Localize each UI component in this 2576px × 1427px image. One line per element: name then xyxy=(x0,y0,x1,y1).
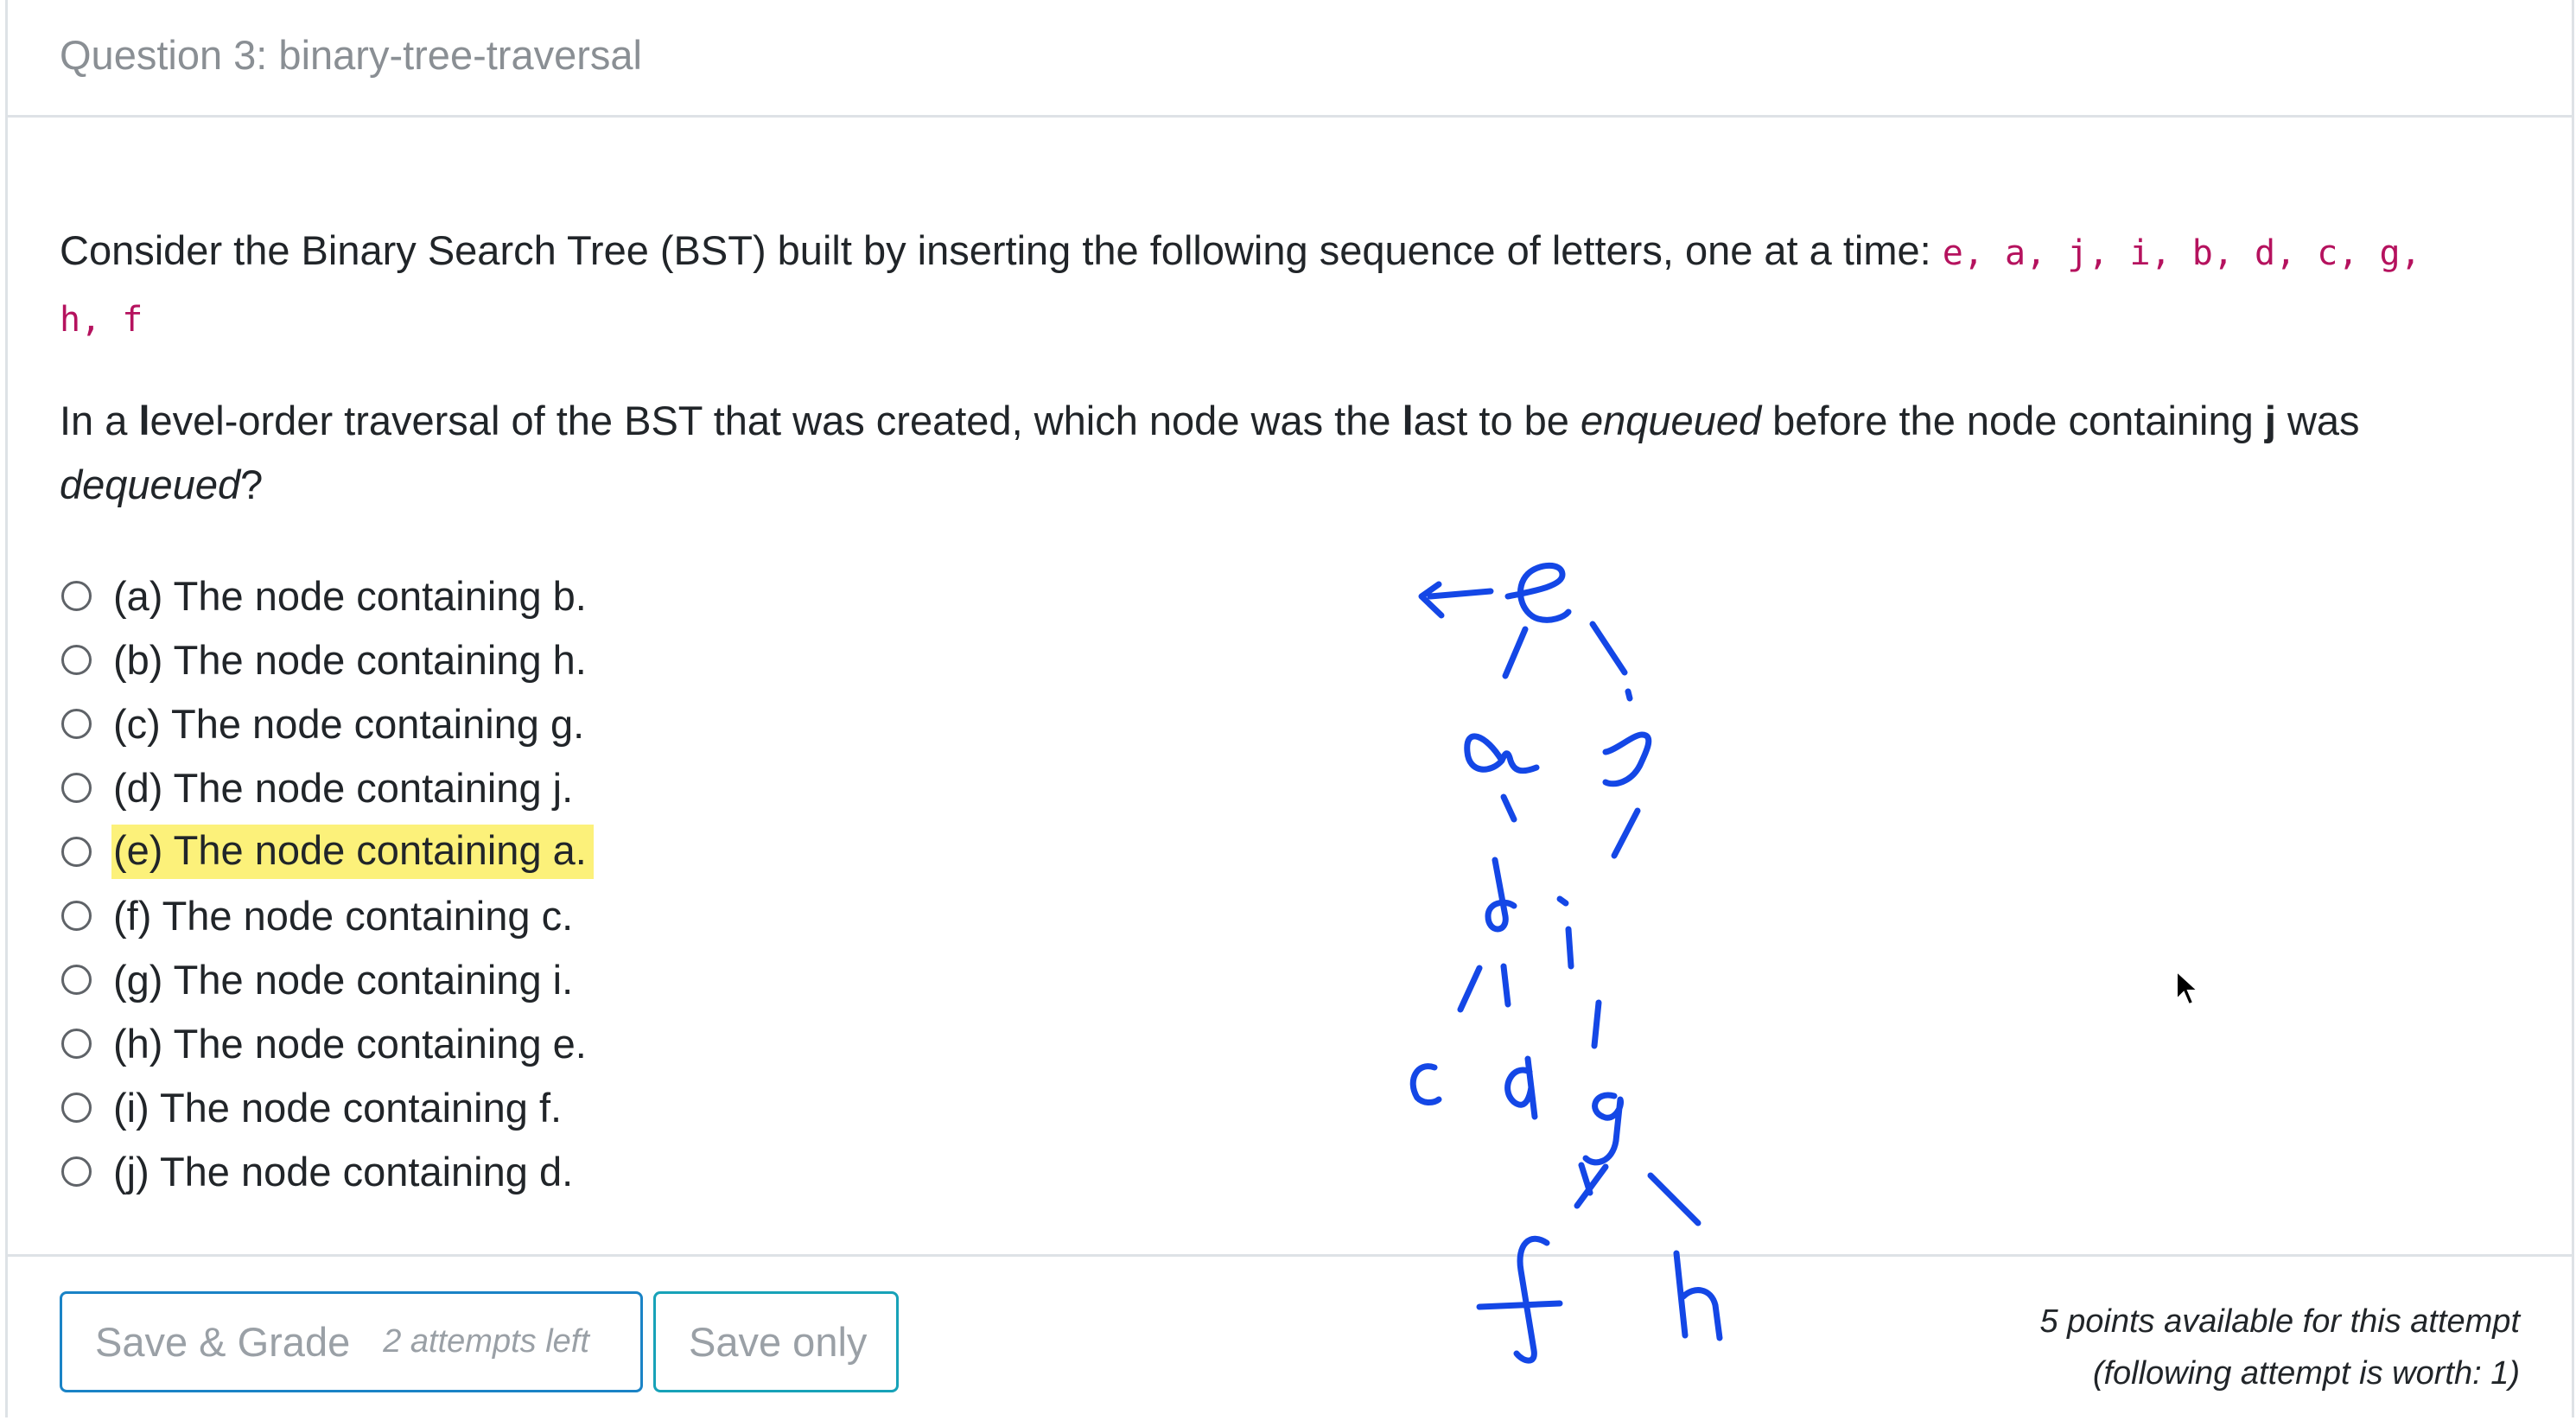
save-and-grade-label: Save & Grade xyxy=(95,1319,351,1365)
p2-emphasis: enqueued xyxy=(1580,398,1762,443)
radio-button[interactable] xyxy=(61,1092,92,1123)
option-f[interactable]: (f) The node containing c. xyxy=(61,883,594,947)
mouse-cursor-icon xyxy=(2176,970,2199,1006)
card-header: Question 3: binary-tree-traversal xyxy=(8,0,2572,118)
question-paragraph-2: In a level-order traversal of the BST th… xyxy=(60,389,2514,517)
attempts-left-label: 2 attempts left xyxy=(383,1323,589,1360)
save-only-button[interactable]: Save only xyxy=(653,1291,899,1392)
option-b[interactable]: (b) The node containing h. xyxy=(61,627,594,691)
p2-text: ? xyxy=(240,462,264,507)
option-label: (d) The node containing j. xyxy=(113,764,574,811)
option-c[interactable]: (c) The node containing g. xyxy=(61,691,594,755)
points-available: 5 points available for this attempt xyxy=(2039,1303,2520,1340)
radio-button[interactable] xyxy=(61,772,92,803)
option-h[interactable]: (h) The node containing e. xyxy=(61,1011,594,1075)
option-label: (h) The node containing e. xyxy=(113,1020,587,1067)
save-and-grade-button[interactable]: Save & Grade 2 attempts left xyxy=(60,1291,643,1392)
radio-button[interactable] xyxy=(61,644,92,675)
radio-button[interactable] xyxy=(61,1156,92,1187)
radio-button[interactable] xyxy=(61,708,92,739)
p2-text: evel-order traversal of the BST that was… xyxy=(149,398,1402,443)
points-info: 5 points available for this attempt (fol… xyxy=(2039,1296,2520,1399)
p2-bold: j xyxy=(2264,398,2276,443)
option-i[interactable]: (i) The node containing f. xyxy=(61,1075,594,1139)
option-label: (i) The node containing f. xyxy=(113,1084,563,1131)
radio-button[interactable] xyxy=(61,900,92,931)
option-label: (g) The node containing i. xyxy=(113,956,574,1003)
radio-button[interactable] xyxy=(61,580,92,611)
question-card: Question 3: binary-tree-traversal Consid… xyxy=(5,0,2574,1417)
option-label: (b) The node containing h. xyxy=(113,636,587,683)
p2-text: was xyxy=(2275,398,2360,443)
question-title: Question 3: binary-tree-traversal xyxy=(60,32,642,78)
option-label: (a) The node containing b. xyxy=(113,572,587,619)
paragraph-text: Consider the Binary Search Tree (BST) bu… xyxy=(60,227,1931,273)
points-following-attempt: (following attempt is worth: 1) xyxy=(2092,1355,2520,1392)
p2-bold: l xyxy=(138,398,150,443)
option-label: (j) The node containing d. xyxy=(113,1148,574,1194)
radio-button[interactable] xyxy=(61,1028,92,1059)
option-d[interactable]: (d) The node containing j. xyxy=(61,755,594,819)
p2-emphasis: dequeued xyxy=(60,462,241,507)
p2-text: In a xyxy=(60,398,139,443)
p2-text: ast to be xyxy=(1413,398,1581,443)
option-label: (c) The node containing g. xyxy=(113,700,585,747)
question-paragraph-1: Consider the Binary Search Tree (BST) bu… xyxy=(60,219,2514,352)
option-e[interactable]: (e) The node containing a. xyxy=(61,819,594,883)
sequence-code-line1: e, a, j, i, b, d, c, g, xyxy=(1942,233,2421,273)
option-j[interactable]: (j) The node containing d. xyxy=(61,1139,594,1203)
option-a[interactable]: (a) The node containing b. xyxy=(61,564,594,627)
sequence-code-line2: h, f xyxy=(60,300,143,340)
p2-text: before the node containing xyxy=(1761,398,2265,443)
radio-button[interactable] xyxy=(61,964,92,995)
option-label: (f) The node containing c. xyxy=(113,892,574,939)
option-label-highlighted: (e) The node containing a. xyxy=(111,824,594,879)
card-footer: Save & Grade 2 attempts left Save only 5 … xyxy=(8,1254,2572,1427)
option-g[interactable]: (g) The node containing i. xyxy=(61,947,594,1011)
answer-options: (a) The node containing b. (b) The node … xyxy=(61,564,594,1203)
p2-bold: l xyxy=(1402,398,1414,443)
radio-button[interactable] xyxy=(61,836,92,867)
